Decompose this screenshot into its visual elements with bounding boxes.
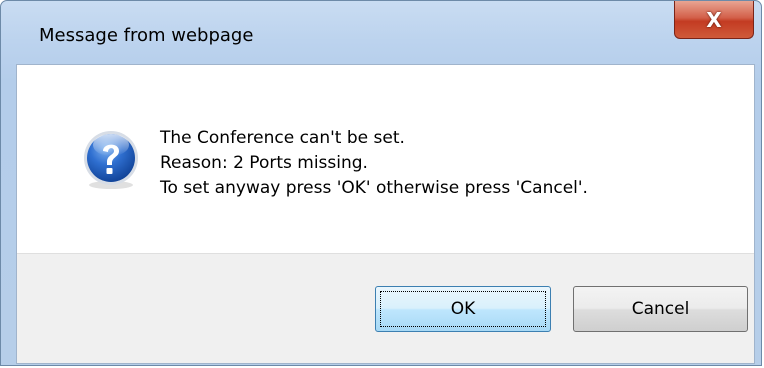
cancel-button[interactable]: Cancel: [573, 286, 748, 332]
ok-button[interactable]: OK: [375, 286, 551, 332]
message-line-2: Reason: 2 Ports missing.: [160, 153, 368, 173]
dialog-content: The Conference can't be set. Reason: 2 P…: [16, 64, 755, 364]
close-icon: X: [706, 7, 722, 32]
close-button[interactable]: X: [674, 1, 754, 39]
question-icon: [84, 131, 138, 189]
window-frame-edge: [1, 35, 16, 367]
cancel-button-label: Cancel: [631, 299, 690, 319]
message-text: The Conference can't be set. Reason: 2 P…: [160, 126, 588, 201]
message-area: The Conference can't be set. Reason: 2 P…: [17, 65, 754, 253]
title-bar[interactable]: Message from webpage X: [1, 1, 763, 45]
button-bar: OK Cancel: [17, 253, 754, 363]
dialog-title: Message from webpage: [39, 25, 254, 46]
message-line-3: To set anyway press 'OK' otherwise press…: [160, 178, 588, 198]
dialog-window: Message from webpage X The Conference ca…: [0, 0, 762, 366]
ok-button-label: OK: [450, 299, 476, 319]
message-line-1: The Conference can't be set.: [160, 128, 405, 148]
